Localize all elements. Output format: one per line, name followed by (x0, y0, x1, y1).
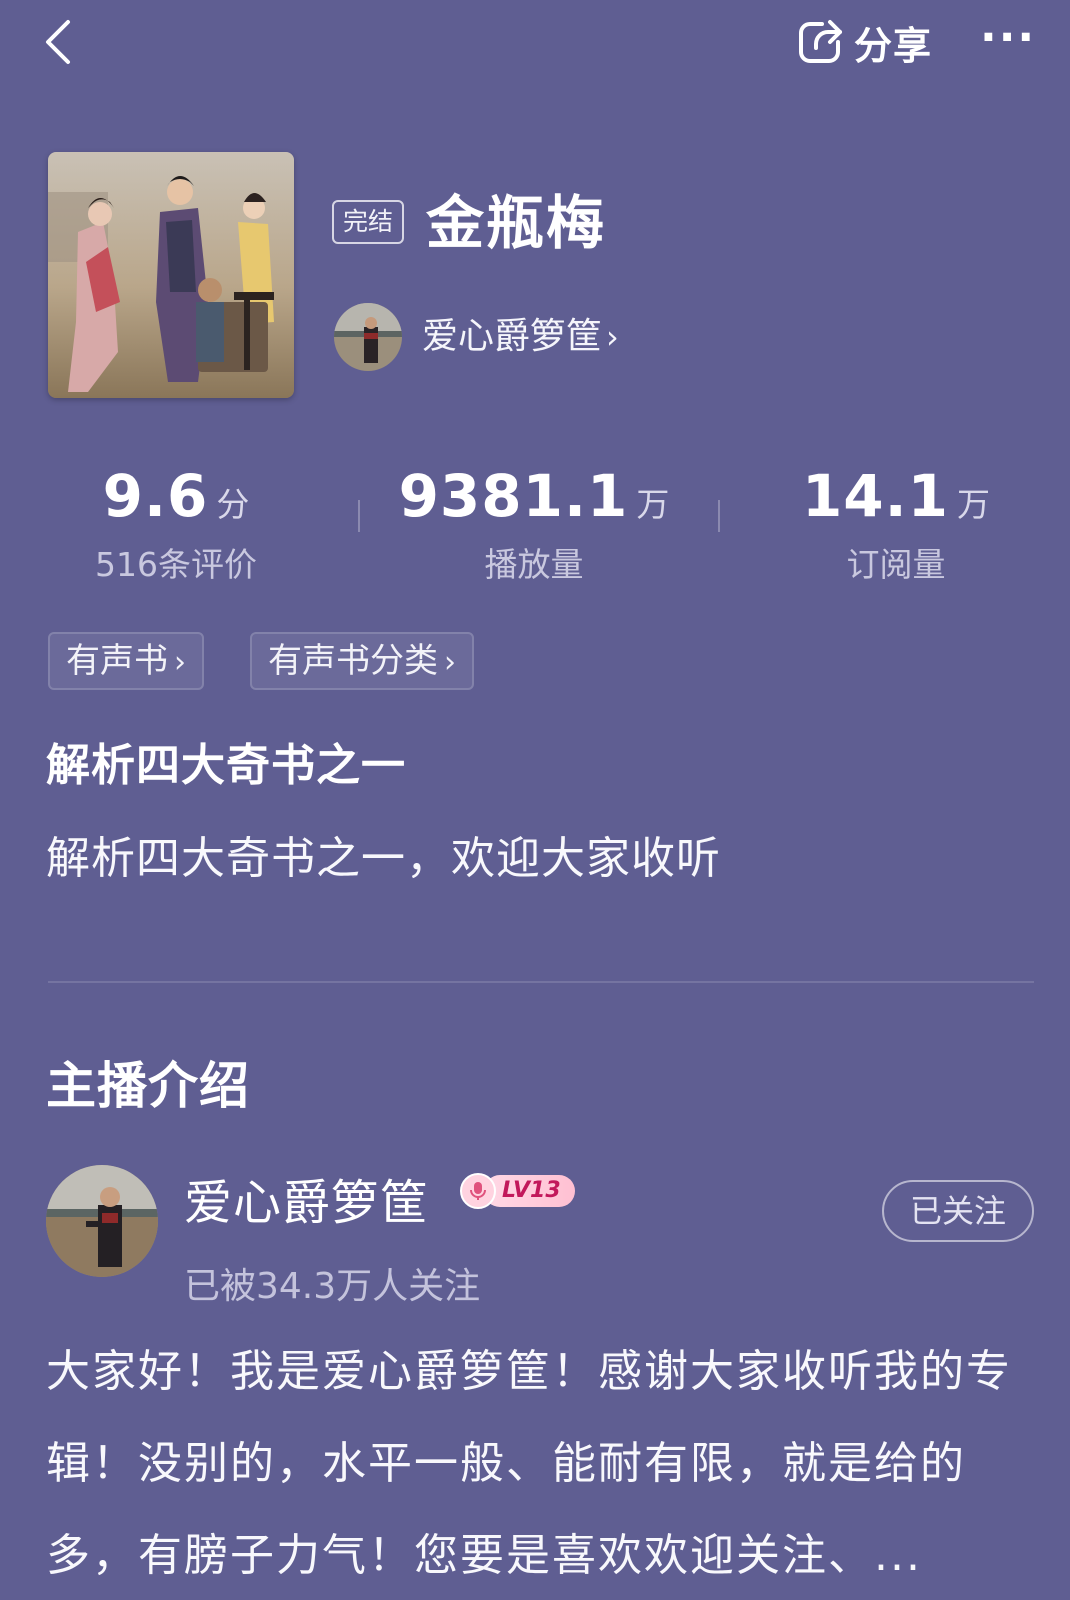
stat-rating[interactable]: 9.6 分 516条评价 (16, 462, 336, 586)
stat-plays: 9381.1 万 播放量 (374, 462, 694, 586)
level-label: LV13 (484, 1175, 575, 1207)
more-icon[interactable]: ··· (980, 16, 1036, 66)
chevron-right-icon: › (606, 318, 619, 356)
subscriptions-unit: 万 (957, 485, 991, 524)
chevron-right-icon: › (174, 645, 186, 680)
host-bio[interactable]: 大家好！我是爱心爵箩筐！感谢大家收听我的专辑！没别的，水平一般、能耐有限，就是给… (46, 1326, 1036, 1600)
album-title: 金瓶梅 (426, 189, 607, 257)
rating-value: 9.6 (102, 462, 209, 530)
subscriptions-value: 14.1 (801, 462, 950, 530)
host-level-badge: LV13 (460, 1172, 575, 1210)
host-name[interactable]: 爱心爵箩筐 (184, 1170, 429, 1236)
album-intro-text: 解析四大奇书之一，欢迎大家收听 (46, 833, 721, 884)
plays-value: 9381.1 (398, 462, 629, 530)
microphone-icon (460, 1173, 496, 1209)
rating-unit: 分 (216, 485, 250, 524)
author-name: 爱心爵箩筐 (422, 316, 603, 357)
share-button[interactable]: 分享 (796, 14, 932, 70)
category-chip-audiobook-genre[interactable]: 有声书分类 › (250, 632, 474, 690)
section-divider (48, 981, 1034, 983)
author-link[interactable]: 爱心爵箩筐 › (422, 312, 619, 362)
host-avatar[interactable] (46, 1165, 158, 1277)
rating-count: 516条评价 (95, 545, 257, 584)
host-section-heading: 主播介绍 (46, 1057, 250, 1115)
host-follower-count: 已被34.3万人关注 (184, 1266, 481, 1307)
stat-subscriptions: 14.1 万 订阅量 (736, 462, 1056, 586)
chevron-right-icon: › (444, 645, 456, 680)
subscriptions-label: 订阅量 (846, 545, 946, 584)
plays-label: 播放量 (484, 545, 584, 584)
stat-divider (718, 500, 720, 532)
author-avatar[interactable] (334, 303, 402, 371)
share-icon (796, 18, 844, 66)
album-cover-image[interactable] (48, 152, 294, 398)
album-intro-heading: 解析四大奇书之一 (46, 740, 406, 791)
category-chip-audiobook[interactable]: 有声书 › (48, 632, 204, 690)
plays-unit: 万 (636, 485, 670, 524)
share-label: 分享 (854, 23, 933, 68)
album-detail-page: 分享 ··· 完结 金瓶梅 爱心爵箩筐 › 9.6 分 516条评价 9381.… (0, 0, 1070, 1600)
back-arrow-icon[interactable] (38, 16, 82, 68)
chip-label: 有声书分类 (268, 641, 438, 681)
stat-divider (358, 500, 360, 532)
chip-label: 有声书 (66, 641, 168, 681)
follow-button[interactable]: 已关注 (882, 1180, 1034, 1242)
status-badge: 完结 (332, 200, 405, 244)
